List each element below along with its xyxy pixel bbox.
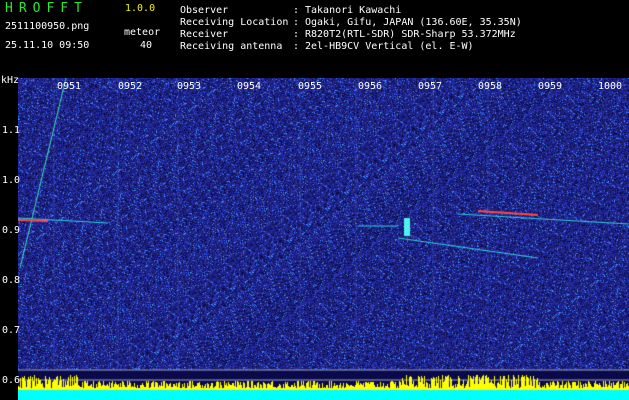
time-tick-label: 0955 bbox=[298, 81, 323, 92]
frequency-tick-label: 0.7 bbox=[2, 325, 21, 336]
file-name: 2511100950.png bbox=[5, 21, 90, 32]
antenna-separator: : bbox=[293, 41, 300, 52]
time-tick-label: 0953 bbox=[177, 81, 202, 92]
time-tick-label: 0957 bbox=[418, 81, 443, 92]
antenna-value: 2el-HB9CV Vertical (el. E-W) bbox=[305, 41, 474, 52]
time-tick-label: 0951 bbox=[57, 81, 82, 92]
observer-separator: : bbox=[293, 5, 300, 16]
spectrogram-plot bbox=[18, 78, 629, 400]
frequency-unit-label: kHz bbox=[1, 75, 20, 86]
header-panel: HROFFT 1.0.0 2511100950.png 25.11.10 09:… bbox=[0, 0, 629, 78]
antenna-label: Receiving antenna bbox=[180, 41, 283, 52]
location-value: Ogaki, Gifu, JAPAN (136.60E, 35.35N) bbox=[305, 17, 522, 28]
app-title: HROFFT bbox=[5, 1, 88, 16]
frequency-tick-label: 0.8 bbox=[2, 275, 21, 286]
location-separator: : bbox=[293, 17, 300, 28]
frequency-tick-label: 0.6 bbox=[2, 375, 21, 386]
meteor-count: 40 bbox=[140, 40, 153, 51]
date-time: 25.11.10 09:50 bbox=[5, 40, 90, 51]
receiver-separator: : bbox=[293, 29, 300, 40]
time-tick-label: 0958 bbox=[478, 81, 503, 92]
app-version: 1.0.0 bbox=[125, 3, 156, 14]
observer-label: Observer bbox=[180, 5, 229, 16]
frequency-tick-label: 0.9 bbox=[2, 225, 21, 236]
meteor-label: meteor bbox=[124, 27, 161, 38]
time-tick-label: 0956 bbox=[358, 81, 383, 92]
receiver-value: R820T2(RTL-SDR) SDR-Sharp 53.372MHz bbox=[305, 29, 516, 40]
time-tick-label: 0952 bbox=[118, 81, 143, 92]
frequency-tick-label: 1.0 bbox=[2, 175, 21, 186]
frequency-tick-label: 1.1 bbox=[2, 125, 21, 136]
location-label: Receiving Location bbox=[180, 17, 289, 28]
time-tick-label: 0954 bbox=[237, 81, 262, 92]
time-tick-label: 1000 bbox=[598, 81, 623, 92]
receiver-label: Receiver bbox=[180, 29, 229, 40]
time-tick-label: 0959 bbox=[538, 81, 563, 92]
observer-value: Takanori Kawachi bbox=[305, 5, 402, 16]
